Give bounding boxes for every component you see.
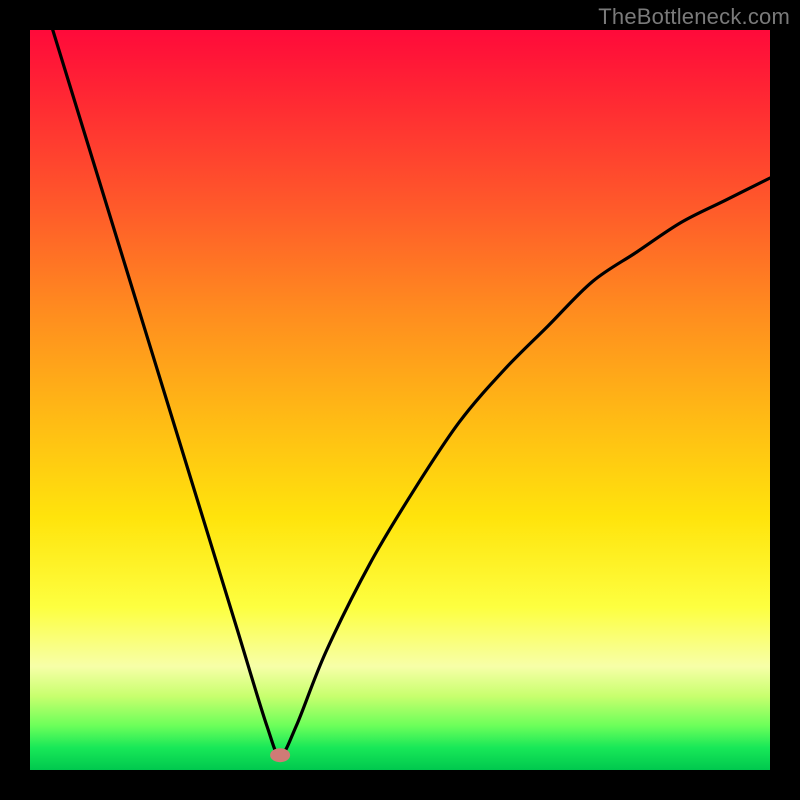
bottleneck-curve <box>30 30 770 755</box>
chart-frame: TheBottleneck.com <box>0 0 800 800</box>
minimum-marker <box>270 748 290 762</box>
curve-svg <box>30 30 770 770</box>
watermark-text: TheBottleneck.com <box>598 4 790 30</box>
plot-area <box>30 30 770 770</box>
